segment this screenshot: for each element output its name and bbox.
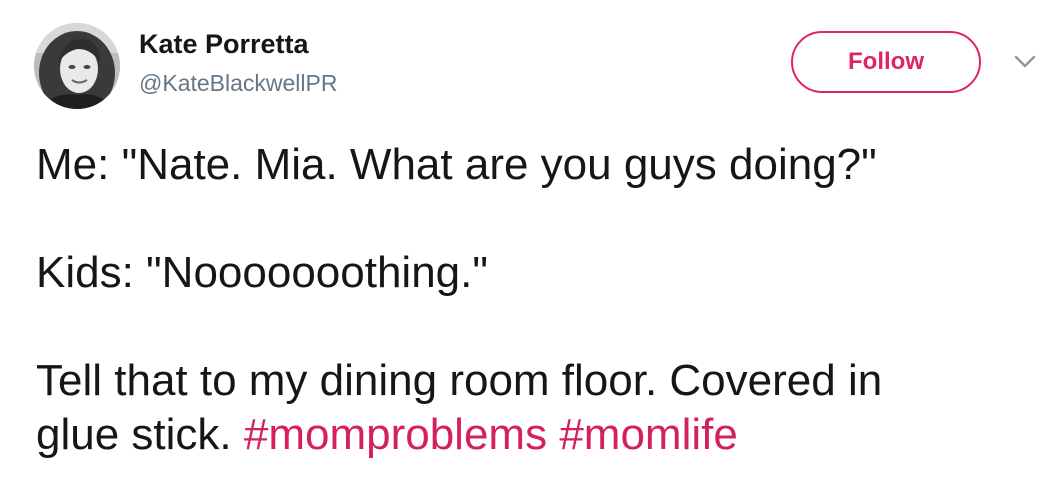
hashtag-link[interactable]: #momproblems bbox=[244, 410, 547, 459]
line-break bbox=[36, 192, 1036, 246]
author-name[interactable]: Kate Porretta bbox=[139, 29, 309, 60]
line-break bbox=[36, 300, 1036, 354]
avatar-image bbox=[34, 23, 120, 109]
tweet-line: Me: "Nate. Mia. What are you guys doing?… bbox=[36, 140, 877, 189]
avatar[interactable] bbox=[34, 23, 120, 109]
follow-button[interactable]: Follow bbox=[791, 31, 981, 93]
tweet-line: Kids: "Nooooooothing." bbox=[36, 248, 488, 297]
tweet-line-text: glue stick. bbox=[36, 410, 232, 459]
tweet-card: Kate Porretta @KateBlackwellPR Follow Me… bbox=[0, 0, 1058, 484]
chevron-down-icon[interactable] bbox=[1014, 55, 1036, 69]
hashtag-link[interactable]: #momlife bbox=[559, 410, 738, 459]
tweet-text: Me: "Nate. Mia. What are you guys doing?… bbox=[36, 138, 1036, 462]
author-handle[interactable]: @KateBlackwellPR bbox=[139, 70, 337, 97]
tweet-line-with-hashtags: glue stick. #momproblems #momlife bbox=[36, 408, 1036, 462]
tweet-line: Tell that to my dining room floor. Cover… bbox=[36, 356, 883, 405]
